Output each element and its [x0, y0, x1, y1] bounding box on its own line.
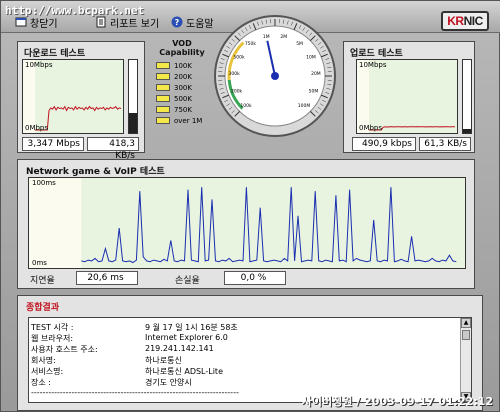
gauge-tick-label: 100M [298, 103, 311, 109]
summary-line-label: 사용자 호스트 주소: [31, 345, 98, 354]
summary-scrollbar[interactable]: ▲ ▼ [460, 318, 471, 402]
summary-line-value: 경기도 안양시 [145, 378, 192, 387]
gauge-tick-label: 500k [233, 54, 245, 60]
upload-graph: 10Mbps 0Mbps [356, 59, 458, 134]
summary-line-label: 서비스명: [31, 367, 64, 376]
timestamp-stamp: 사이버정원 / 2003-09-17 01:22:12 [301, 395, 493, 408]
download-meter [128, 59, 138, 134]
summary-line-value: Internet Explorer 6.0 [145, 333, 228, 342]
report-icon [95, 16, 107, 28]
vod-swatch [156, 84, 170, 91]
summary-line-value: 하나로통신 ADSL-Lite [145, 367, 223, 376]
summary-textbox[interactable]: TEST 시각 : 9 월 17 일 1시 16분 58초웹 브라우저: Inter… [28, 317, 472, 403]
download-title: 다운로드 테스트 [24, 49, 86, 59]
vod-level-1: 200K [156, 71, 213, 82]
download-speed-kbs: 418,3 KB/s [87, 137, 139, 161]
loss-label: 손실율 [175, 276, 200, 286]
vod-swatch [156, 106, 170, 113]
download-scale-bottom: 0Mbps [25, 124, 49, 132]
summary-title: 종합결과 [26, 303, 60, 313]
upload-speed-kbps: 490,9 kbps [352, 137, 416, 151]
network-panel: Network game & VoIP 테스트 100ms 0ms 지연율 20… [17, 159, 475, 289]
vod-capability-legend: VOD Capability 100K 200K 300K 500K 750K over … [151, 39, 213, 143]
scroll-up-icon[interactable]: ▲ [461, 318, 471, 328]
vod-level-0: 100K [156, 60, 213, 71]
gauge-tick-label: 300k [229, 71, 241, 77]
gauge-tick-label: 100k [240, 103, 252, 109]
gauge-hub [271, 72, 279, 80]
vod-level-3: 500K [156, 93, 213, 104]
download-panel: 다운로드 테스트 10Mbps 0Mbps 3,347 Mbps 418,3 K… [17, 41, 145, 161]
vod-level-4: 750K [156, 104, 213, 115]
help-button[interactable]: ? 도움말 [171, 15, 214, 30]
upload-title: 업로드 테스트 [350, 49, 403, 59]
close-window-button[interactable]: 창닫기 [15, 15, 58, 30]
vod-swatch [156, 95, 170, 102]
summary-line-value: 9 월 17 일 1시 16분 58초 [145, 323, 238, 332]
latency-label: 지연율 [30, 276, 55, 286]
summary-line-label: 웹 브라우저: [31, 334, 74, 343]
download-graph: 10Mbps 0Mbps [22, 59, 124, 134]
gauge-tick-label: 200k [231, 88, 243, 94]
vod-level-label: over 1M [174, 116, 203, 125]
gauge-tick-label: 1M [263, 34, 270, 40]
gauge-tick-label: 20M [311, 71, 321, 77]
network-graph: 100ms 0ms [28, 177, 466, 269]
help-icon: ? [171, 16, 183, 28]
krnic-logo: KRNIC [441, 11, 489, 31]
vod-level-label: 500K [174, 94, 192, 103]
gauge-tick-label: 2M [280, 34, 287, 40]
vod-level-label: 300K [174, 83, 192, 92]
gauge-tick-label: 50M [309, 88, 319, 94]
upload-speed-kbs: 61,3 KB/s [419, 137, 471, 151]
upload-meter-fill [463, 128, 471, 133]
network-title: Network game & VoIP 테스트 [26, 167, 165, 177]
vod-level-label: 100K [174, 61, 192, 70]
summary-line-value: 하나로통신 [145, 356, 182, 365]
speed-gauge: 100k 200k 300k 500k 750k 1M 2M 5M 10M 20M 50M 100M [213, 14, 337, 138]
close-window-icon [15, 16, 27, 28]
summary-line-label: 회사명: [31, 356, 56, 365]
upload-scale-top: 10Mbps [359, 61, 387, 69]
vod-level-label: 200K [174, 72, 192, 81]
summary-line-value: 219.241.142.141 [145, 344, 214, 353]
vod-level-2: 300K [156, 82, 213, 93]
upload-meter [462, 59, 472, 134]
gauge-tick-label: 750k [245, 41, 257, 47]
scroll-thumb[interactable] [462, 330, 470, 340]
gauge-tick-label: 10M [306, 54, 316, 60]
download-speed-mbps: 3,347 Mbps [22, 137, 84, 151]
close-window-label: 창닫기 [30, 18, 58, 30]
download-meter-fill [129, 112, 137, 133]
summary-divider: ----------------------------------------… [31, 388, 239, 397]
vod-swatch [156, 117, 170, 124]
network-plot-area [81, 178, 465, 268]
latency-value: 20,6 ms [76, 271, 138, 285]
svg-text:?: ? [175, 18, 180, 27]
vod-swatch [156, 62, 170, 69]
vod-level-label: 750K [174, 105, 192, 114]
network-scale-top: 100ms [32, 179, 56, 187]
app-window: http://www.bcpark.net 창닫기 리포트 보기 ? 도움말 K… [0, 0, 500, 412]
help-label: 도움말 [186, 18, 214, 30]
summary-line-label: 장소 : [31, 378, 51, 387]
upload-scale-bottom: 0Mbps [359, 124, 383, 132]
upload-panel: 업로드 테스트 10Mbps 0Mbps 490,9 kbps 61,3 KB/… [343, 41, 475, 153]
view-report-button[interactable]: 리포트 보기 [95, 15, 160, 30]
vod-swatch [156, 73, 170, 80]
vod-level-5: over 1M [156, 115, 213, 126]
upload-plot-area [369, 60, 457, 133]
download-scale-top: 10Mbps [25, 61, 53, 69]
vod-title: VOD Capability [159, 39, 205, 57]
network-scale-bottom: 0ms [32, 259, 47, 267]
loss-value: 0,0 % [224, 271, 286, 285]
summary-line-label: TEST 시각 : [31, 323, 74, 332]
gauge-tick-label: 5M [296, 41, 303, 47]
view-report-label: 리포트 보기 [110, 18, 160, 30]
